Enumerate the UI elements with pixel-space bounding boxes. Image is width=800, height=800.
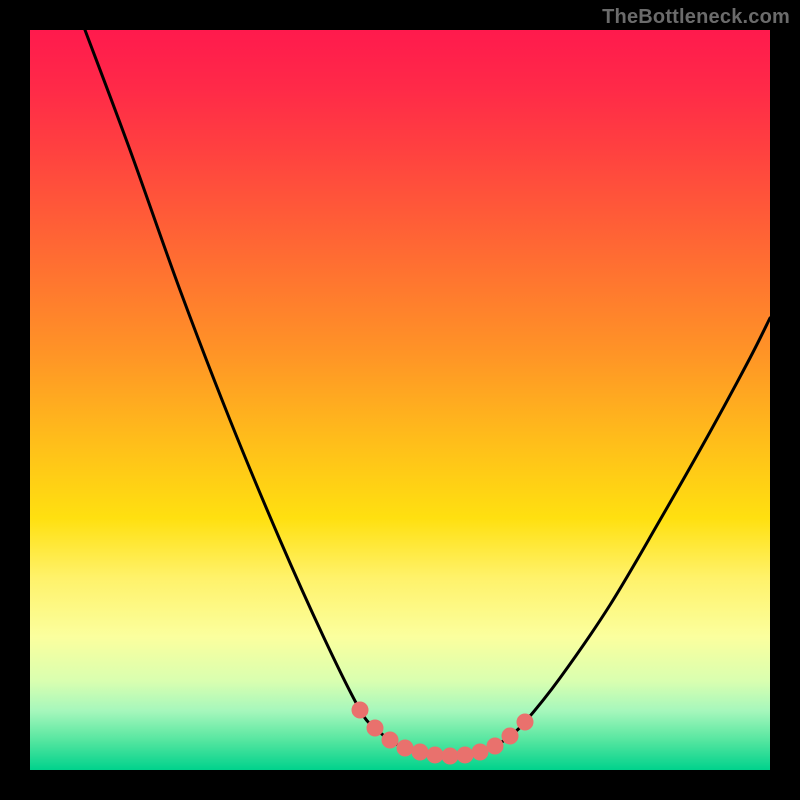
curve-marker — [502, 728, 518, 744]
curve-marker — [382, 732, 398, 748]
curve-markers — [352, 702, 533, 764]
curve-layer — [30, 30, 770, 770]
curve-marker — [472, 744, 488, 760]
curve-marker — [487, 738, 503, 754]
curve-marker — [412, 744, 428, 760]
curve-marker — [352, 702, 368, 718]
watermark-text: TheBottleneck.com — [602, 6, 790, 29]
curve-marker — [397, 740, 413, 756]
curve-marker — [457, 747, 473, 763]
curve-marker — [367, 720, 383, 736]
curve-marker — [442, 748, 458, 764]
curve-marker — [427, 747, 443, 763]
curve-marker — [517, 714, 533, 730]
chart-frame: TheBottleneck.com — [0, 0, 800, 800]
bottleneck-curve — [85, 30, 770, 756]
